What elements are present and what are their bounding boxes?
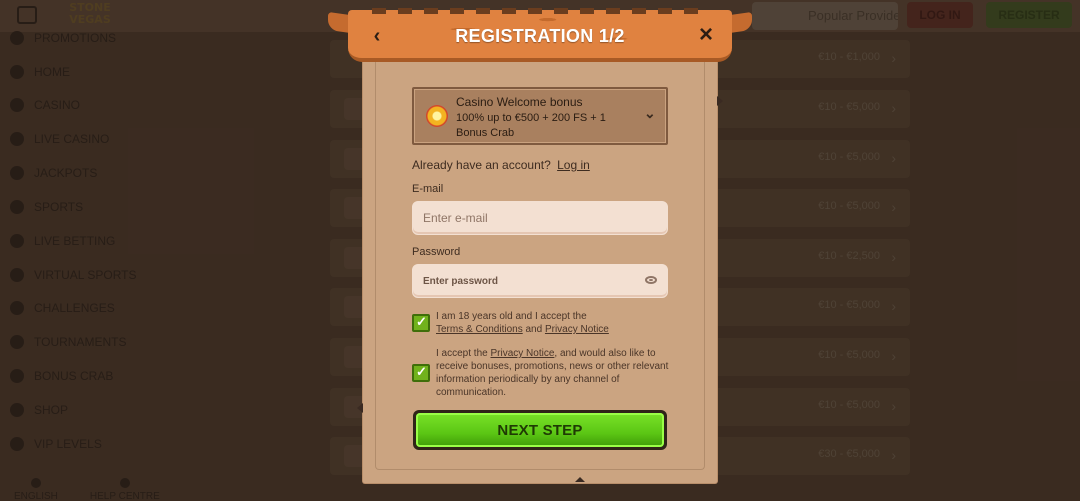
marketing-checkbox[interactable]: ✓	[412, 364, 430, 382]
privacy-link[interactable]: Privacy Notice	[545, 324, 609, 335]
terms-checkbox[interactable]: ✓	[412, 314, 430, 332]
terms-link[interactable]: Terms & Conditions	[436, 324, 523, 335]
modal-header-banner: ‹ REGISTRATION 1/2 ×	[328, 8, 752, 64]
password-field[interactable]	[412, 264, 668, 298]
checkmark-icon: ✓	[416, 364, 427, 379]
bonus-title: Casino Welcome bonus	[456, 95, 583, 109]
page-title: REGISTRATION 1/2	[455, 26, 625, 46]
marketing-text: I accept the Privacy Notice, and would a…	[436, 348, 669, 398]
privacy-link[interactable]: Privacy Notice	[490, 348, 554, 359]
email-field[interactable]	[412, 201, 668, 235]
terms-text: I am 18 years old and I accept the Terms…	[436, 311, 609, 335]
login-link[interactable]: Log in	[557, 158, 590, 172]
checkmark-icon: ✓	[416, 314, 427, 329]
next-step-button[interactable]: NEXT STEP	[413, 410, 667, 450]
chevron-down-icon: ⌄	[644, 105, 656, 121]
bonus-chip-icon	[426, 105, 448, 127]
bonus-selector[interactable]: Casino Welcome bonus 100% up to €500 + 2…	[412, 87, 668, 145]
eye-icon[interactable]	[645, 276, 657, 284]
chevron-left-icon[interactable]: ‹	[366, 24, 388, 48]
bonus-description: 100% up to €500 + 200 FS + 1 Bonus Crab	[456, 112, 606, 139]
close-icon[interactable]: ×	[694, 23, 718, 47]
email-label: E-mail	[412, 183, 444, 195]
password-label: Password	[412, 246, 461, 258]
login-prompt: Already have an account? Log in	[412, 158, 590, 172]
